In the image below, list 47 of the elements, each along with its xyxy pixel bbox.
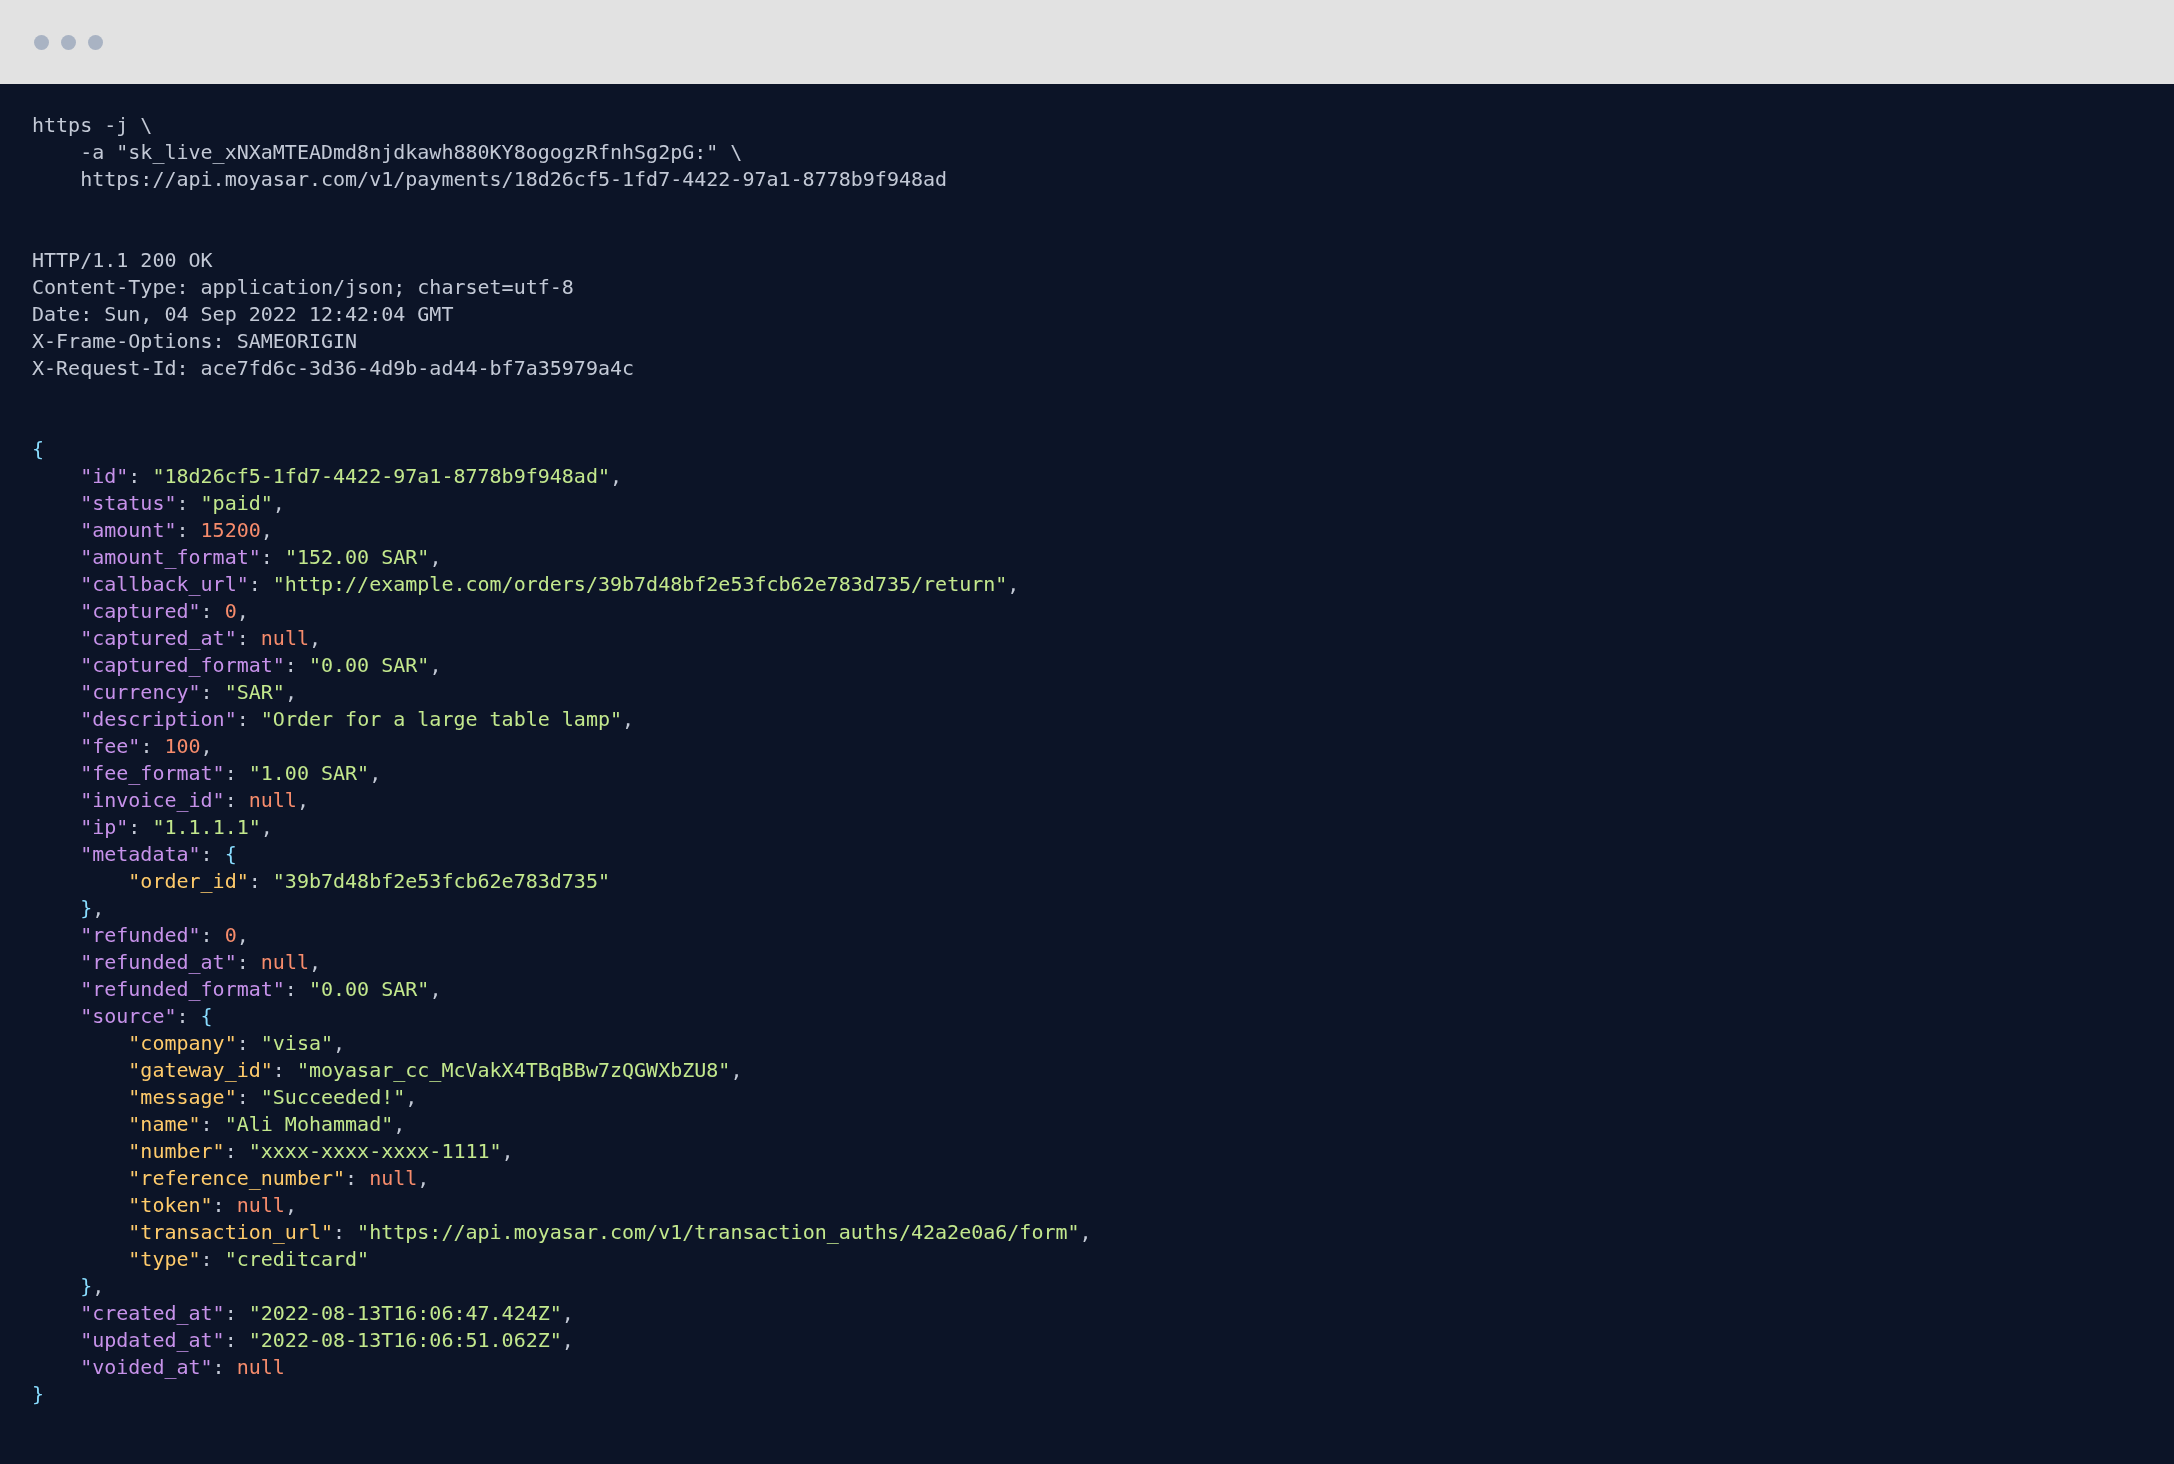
code-line: "source": { — [80, 1003, 213, 1030]
code-line: "invoice_id": null, — [80, 787, 309, 814]
code-line: "updated_at": "2022-08-13T16:06:51.062Z", — [80, 1327, 574, 1354]
code-line: "captured_at": null, — [80, 625, 321, 652]
code-line: "refunded": 0, — [80, 922, 249, 949]
code-line: "captured": 0, — [80, 598, 249, 625]
code-line: "id": "18d26cf5-1fd7-4422-97a1-8778b9f948ad", — [80, 463, 623, 490]
window-dot-icon — [88, 34, 103, 50]
code-line: }, — [80, 1273, 105, 1300]
code-line: https://api.moyasar.com/v1/payments/18d26cf5-1fd7-4422-97a1-8778b9f948ad — [80, 166, 948, 193]
code-line: "metadata": { — [80, 841, 237, 868]
code-line: "transaction_url": "https://api.moyasar.com/v1/transaction_auths/42a2e0a6/form", — [128, 1219, 1092, 1246]
code-line: "amount": 15200, — [80, 517, 273, 544]
code-line: "refunded_at": null, — [80, 949, 321, 976]
code-line: "message": "Succeeded!", — [128, 1084, 418, 1111]
code-line: } — [32, 1381, 45, 1408]
code-line: "reference_number": null, — [128, 1165, 430, 1192]
code-line: -a "sk_live_xNXaMTEADmd8njdkawh880KY8ogogzRfnhSg2pG:" \ — [80, 139, 743, 166]
code-line: Date: Sun, 04 Sep 2022 12:42:04 GMT — [32, 301, 454, 328]
code-line: "fee": 100, — [80, 733, 213, 760]
code-line: X-Frame-Options: SAMEORIGIN — [32, 328, 358, 355]
code-line: "token": null, — [128, 1192, 297, 1219]
code-line: "currency": "SAR", — [80, 679, 297, 706]
code-line: "status": "paid", — [80, 490, 285, 517]
code-line: "name": "Ali Mohammad", — [128, 1111, 406, 1138]
code-line: "captured_format": "0.00 SAR", — [80, 652, 442, 679]
code-line: "type": "creditcard" — [128, 1246, 370, 1273]
window-dot-icon — [34, 34, 49, 50]
code-line: "voided_at": null — [80, 1354, 285, 1381]
code-line: "callback_url": "http://example.com/orders/39b7d48bf2e53fcb62e783d735/return", — [80, 571, 1020, 598]
code-line: "fee_format": "1.00 SAR", — [80, 760, 382, 787]
code-line: "created_at": "2022-08-13T16:06:47.424Z", — [80, 1300, 574, 1327]
code-line: "order_id": "39b7d48bf2e53fcb62e783d735" — [128, 868, 610, 895]
code-line: "ip": "1.1.1.1", — [80, 814, 273, 841]
code-line: "description": "Order for a large table lamp", — [80, 706, 635, 733]
code-line: Content-Type: application/json; charset=utf-8 — [32, 274, 574, 301]
code-line: https -j \ — [32, 112, 153, 139]
code-line: X-Request-Id: ace7fd6c-3d36-4d9b-ad44-bf7a35979a4c — [32, 355, 635, 382]
code-line: "refunded_format": "0.00 SAR", — [80, 976, 442, 1003]
code-line: "amount_format": "152.00 SAR", — [80, 544, 442, 571]
window-dot-icon — [61, 34, 76, 50]
code-line: "company": "visa", — [128, 1030, 346, 1057]
code-line: "number": "xxxx-xxxx-xxxx-1111", — [128, 1138, 514, 1165]
code-line: "gateway_id": "moyasar_cc_McVakX4TBqBBw7zQGWXbZU8", — [128, 1057, 743, 1084]
code-line: { — [32, 436, 45, 463]
code-line: HTTP/1.1 200 OK — [32, 247, 213, 274]
code-line: }, — [80, 895, 105, 922]
